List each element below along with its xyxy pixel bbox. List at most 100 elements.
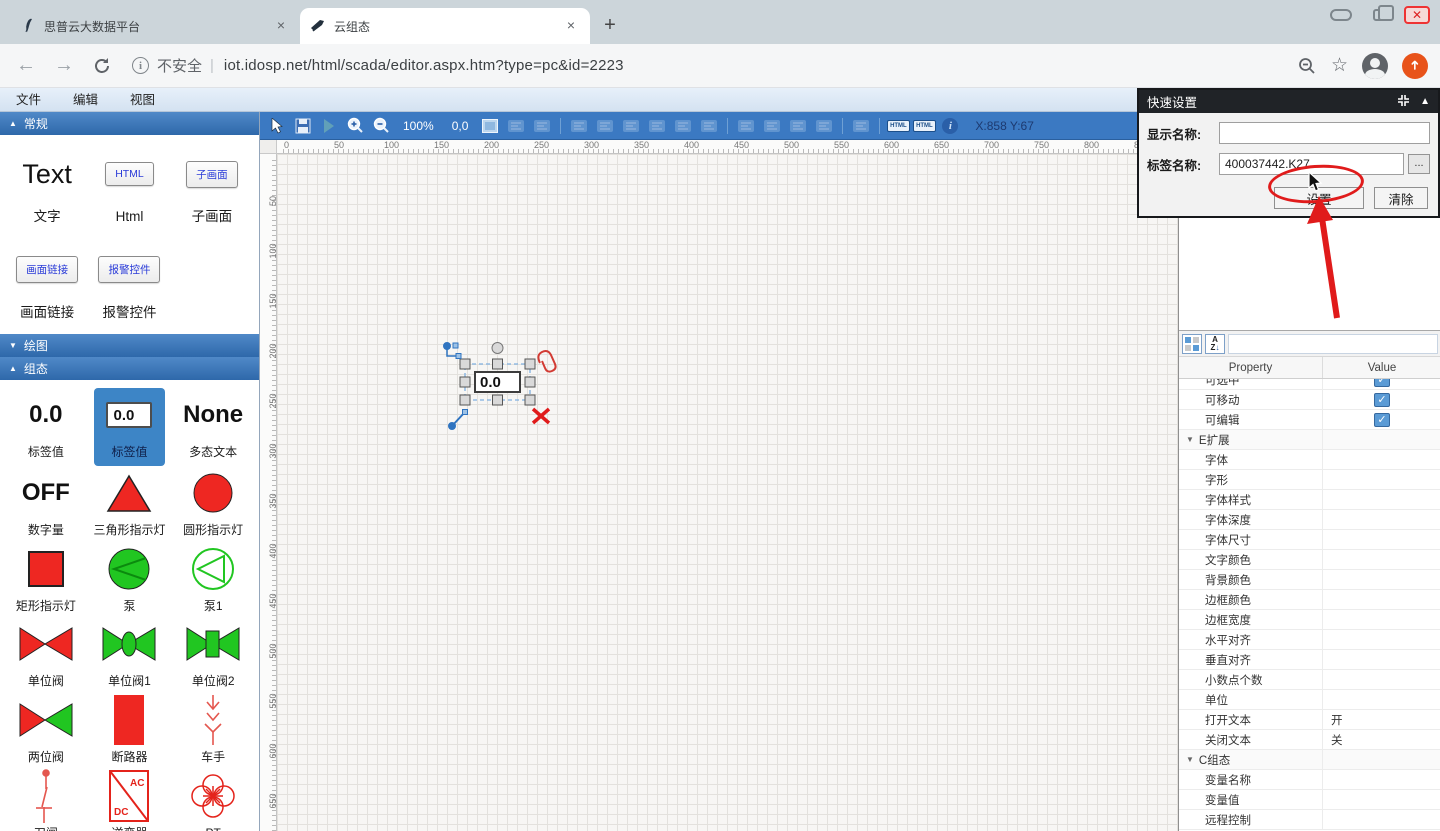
- palette-item-报警控件[interactable]: 报警控件报警控件: [88, 247, 170, 321]
- palette-item-子画面[interactable]: 子画面子画面: [171, 151, 253, 225]
- palette-item-文字[interactable]: Text文字: [6, 151, 88, 225]
- rotate-handle[interactable]: [492, 343, 503, 354]
- property-row-字形[interactable]: 字形: [1179, 470, 1440, 490]
- section-header-组态[interactable]: ▲组态: [0, 357, 259, 380]
- property-row-边框颜色[interactable]: 边框颜色: [1179, 590, 1440, 610]
- minimize-button[interactable]: [1326, 5, 1356, 25]
- attach-tag-icon[interactable]: [538, 351, 555, 372]
- info-icon[interactable]: i: [939, 116, 961, 136]
- cursor-tool-icon[interactable]: [266, 116, 288, 136]
- forward-icon[interactable]: →: [50, 52, 78, 80]
- property-filter-box[interactable]: [1228, 334, 1438, 354]
- palette-item-画面链接[interactable]: 画面链接画面链接: [6, 247, 88, 321]
- same-width-icon[interactable]: [735, 116, 757, 136]
- browser-update-icon[interactable]: [1402, 53, 1428, 79]
- category-collapse-icon[interactable]: ▼: [1186, 435, 1194, 444]
- palette-item-标签值[interactable]: 0.0标签值: [4, 392, 88, 462]
- palette-item-数字量[interactable]: OFF数字量: [4, 470, 88, 538]
- checkbox-checked-icon[interactable]: ✓: [1374, 393, 1390, 407]
- palette-item-单位阀1[interactable]: 单位阀1: [88, 621, 172, 689]
- clear-button[interactable]: 清除: [1374, 187, 1428, 209]
- run-icon[interactable]: [318, 116, 340, 136]
- categorized-view-icon[interactable]: [1182, 334, 1202, 354]
- palette-item-两位阀[interactable]: 两位阀: [4, 697, 88, 765]
- delete-icon[interactable]: [533, 409, 549, 423]
- menu-item-编辑[interactable]: 编辑: [57, 88, 114, 112]
- bookmark-star-icon[interactable]: ☆: [1331, 54, 1348, 77]
- property-row-水平对齐[interactable]: 水平对齐: [1179, 630, 1440, 650]
- close-button[interactable]: ✕: [1402, 5, 1432, 25]
- align-top-icon[interactable]: [646, 116, 668, 136]
- property-row-垂直对齐[interactable]: 垂直对齐: [1179, 650, 1440, 670]
- same-height-icon[interactable]: [761, 116, 783, 136]
- page-info-icon[interactable]: i: [132, 57, 149, 74]
- palette-item-逆变器[interactable]: ACDC逆变器: [88, 773, 172, 831]
- property-row-字体样式[interactable]: 字体样式: [1179, 490, 1440, 510]
- quick-settings-titlebar[interactable]: 快速设置 ▲: [1139, 90, 1438, 113]
- property-column-header[interactable]: Property: [1179, 357, 1323, 378]
- palette-item-圆形指示灯[interactable]: 圆形指示灯: [171, 470, 255, 538]
- sort-alphabetical-icon[interactable]: AZ↓: [1205, 334, 1225, 354]
- new-tab-button[interactable]: +: [596, 12, 624, 40]
- checkbox-checked-icon[interactable]: ✓: [1374, 413, 1390, 427]
- property-row-变量名称[interactable]: 变量名称: [1179, 770, 1440, 790]
- copy-icon[interactable]: [505, 116, 527, 136]
- palette-item-车手[interactable]: 车手: [171, 697, 255, 765]
- palette-item-PT[interactable]: PT: [171, 773, 255, 831]
- section-header-绘图[interactable]: ▼绘图: [0, 334, 259, 357]
- display-name-input[interactable]: [1219, 122, 1430, 144]
- palette-item-单位阀[interactable]: 单位阀: [4, 621, 88, 689]
- palette-item-泵[interactable]: 泵: [88, 546, 172, 614]
- align-left-icon[interactable]: [568, 116, 590, 136]
- dock-icon[interactable]: [1397, 94, 1410, 110]
- property-row-字体深度[interactable]: 字体深度: [1179, 510, 1440, 530]
- palette-item-断路器[interactable]: 断路器: [88, 697, 172, 765]
- canvas-settings-icon[interactable]: [479, 116, 501, 136]
- property-row-文字颜色[interactable]: 文字颜色: [1179, 550, 1440, 570]
- property-row-可编辑[interactable]: 可编辑✓: [1179, 410, 1440, 430]
- browse-tags-button[interactable]: ...: [1408, 154, 1430, 174]
- tab-close-icon[interactable]: ×: [272, 17, 290, 35]
- menu-item-文件[interactable]: 文件: [0, 88, 57, 112]
- design-canvas[interactable]: 0.0: [277, 154, 1178, 831]
- browser-tab[interactable]: 云组态×: [300, 8, 590, 44]
- property-row-E扩展[interactable]: ▼E扩展: [1179, 430, 1440, 450]
- section-header-常规[interactable]: ▲常规: [0, 112, 259, 135]
- palette-item-多态文本[interactable]: None多态文本: [171, 392, 255, 462]
- zoom-out-icon[interactable]: [370, 116, 392, 136]
- palette-item-矩形指示灯[interactable]: 矩形指示灯: [4, 546, 88, 614]
- palette-item-三角形指示灯[interactable]: 三角形指示灯: [88, 470, 172, 538]
- equal-horizontal-spacing-icon[interactable]: [787, 116, 809, 136]
- equal-vertical-spacing-icon[interactable]: [813, 116, 835, 136]
- selected-tag-value-element[interactable]: 0.0: [474, 371, 521, 393]
- save-icon[interactable]: [292, 116, 314, 136]
- browser-tab[interactable]: 思普云大数据平台×: [10, 8, 300, 44]
- property-row-C组态[interactable]: ▼C组态: [1179, 750, 1440, 770]
- category-collapse-icon[interactable]: ▼: [1186, 755, 1194, 764]
- property-row-打开文本[interactable]: 打开文本开: [1179, 710, 1440, 730]
- value-column-header[interactable]: Value: [1323, 357, 1440, 378]
- connect-anchor-top-left[interactable]: [444, 343, 462, 359]
- property-row-小数点个数[interactable]: 小数点个数: [1179, 670, 1440, 690]
- palette-item-Html[interactable]: HTMLHtml: [88, 151, 170, 225]
- property-row-变量值[interactable]: 变量值: [1179, 790, 1440, 810]
- restore-button[interactable]: [1364, 5, 1394, 25]
- paste-icon[interactable]: [531, 116, 553, 136]
- tag-name-input[interactable]: 400037442.K27: [1219, 153, 1404, 175]
- checkbox-checked-icon[interactable]: ✓: [1374, 379, 1390, 387]
- html-export-icon[interactable]: HTML: [887, 116, 909, 136]
- set-button[interactable]: 设置: [1274, 187, 1364, 209]
- align-right-icon[interactable]: [620, 116, 642, 136]
- lock-icon[interactable]: [850, 116, 872, 136]
- property-row-可移动[interactable]: 可移动✓: [1179, 390, 1440, 410]
- align-bottom-icon[interactable]: [698, 116, 720, 136]
- connect-anchor-bottom-left[interactable]: [449, 410, 468, 430]
- tab-close-icon[interactable]: ×: [562, 17, 580, 35]
- palette-item-单位阀2[interactable]: 单位阀2: [171, 621, 255, 689]
- property-row-字体[interactable]: 字体: [1179, 450, 1440, 470]
- reload-icon[interactable]: [88, 52, 116, 80]
- property-row-单位[interactable]: 单位: [1179, 690, 1440, 710]
- collapse-panel-icon[interactable]: ▲: [1420, 96, 1430, 107]
- menu-item-视图[interactable]: 视图: [114, 88, 171, 112]
- align-middle-vertical-icon[interactable]: [672, 116, 694, 136]
